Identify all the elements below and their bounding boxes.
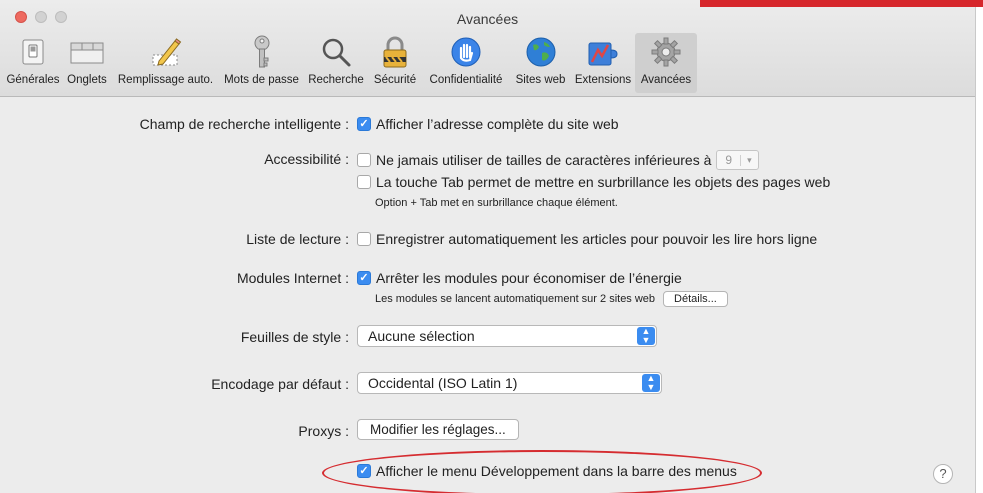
- tab-generales[interactable]: Générales: [4, 33, 62, 93]
- chevron-down-icon: ▾: [740, 154, 758, 166]
- plugins-power-checkbox[interactable]: ✓: [357, 271, 371, 285]
- puzzle-icon: [588, 42, 618, 66]
- help-button[interactable]: ?: [933, 464, 953, 484]
- tab-highlight-option[interactable]: La touche Tab permet de mettre en surbri…: [357, 174, 830, 190]
- tab-recherche[interactable]: Recherche: [304, 33, 368, 93]
- tab-mots-de-passe[interactable]: Mots de passe: [219, 33, 304, 93]
- stylesheet-select[interactable]: Aucune sélection ▲ ▼: [357, 325, 657, 347]
- tab-avancees[interactable]: Avancées: [635, 33, 697, 93]
- hand-icon: [451, 37, 481, 67]
- globe-icon: [526, 37, 555, 67]
- smart-search-option[interactable]: ✓ Afficher l’adresse complète du site we…: [357, 116, 619, 132]
- tab-remplissage[interactable]: Remplissage auto.: [112, 33, 219, 93]
- gear-icon: [651, 37, 681, 67]
- encoding-label: Encodage par défaut :: [211, 376, 349, 392]
- key-icon: [254, 35, 269, 68]
- pencil-icon: [152, 38, 181, 66]
- tab-highlight-checkbox[interactable]: [357, 175, 371, 189]
- window-title: Avancées: [456, 11, 519, 27]
- padlock-icon: [383, 36, 407, 68]
- stylesheet-label: Feuilles de style :: [240, 329, 349, 345]
- preferences-window: Avancées Générales Onglets Remplissage a…: [0, 0, 976, 493]
- smart-search-checkbox[interactable]: ✓: [357, 117, 371, 131]
- details-button[interactable]: Détails...: [663, 291, 728, 307]
- smart-search-label: Champ de recherche intelligente :: [139, 116, 349, 132]
- tab-securite[interactable]: Sécurité: [368, 33, 422, 93]
- toolbar: Avancées Générales Onglets Remplissage a…: [0, 0, 975, 97]
- plugins-note: Les modules se lancent automatiquement s…: [375, 293, 656, 305]
- select-arrows-icon: ▲ ▼: [642, 374, 660, 392]
- select-arrows-icon: ▲ ▼: [637, 327, 655, 345]
- proxies-label: Proxys :: [298, 423, 349, 439]
- plugins-label: Modules Internet :: [236, 270, 349, 286]
- reading-list-label: Liste de lecture :: [246, 231, 349, 247]
- min-font-size-select[interactable]: 9 ▾: [716, 150, 759, 170]
- develop-menu-checkbox[interactable]: ✓: [357, 464, 371, 478]
- red-annotation-bar: [700, 0, 983, 7]
- develop-menu-option[interactable]: ✓ Afficher le menu Développement dans la…: [357, 463, 737, 479]
- advanced-settings-panel: Champ de recherche intelligente : ✓ Affi…: [0, 97, 975, 493]
- tab-sites-web[interactable]: Sites web: [510, 33, 571, 93]
- plugins-power-option[interactable]: ✓ Arrêter les modules pour économiser de…: [357, 270, 682, 286]
- tab-onglets[interactable]: Onglets: [62, 33, 112, 93]
- search-icon: [322, 38, 351, 67]
- reading-list-checkbox[interactable]: [357, 232, 371, 246]
- tab-extensions[interactable]: Extensions: [571, 33, 635, 93]
- accessibility-label: Accessibilité :: [264, 151, 349, 167]
- proxies-control: Modifier les réglages...: [357, 419, 519, 440]
- general-switch-icon: [22, 39, 44, 65]
- plugins-note-row: Les modules se lancent automatiquement s…: [375, 291, 728, 307]
- min-font-size-checkbox[interactable]: [357, 153, 371, 167]
- tabs-icon: [70, 42, 104, 64]
- tab-highlight-hint: Option + Tab met en surbrillance chaque …: [375, 197, 618, 209]
- encoding-select[interactable]: Occidental (ISO Latin 1) ▲ ▼: [357, 372, 662, 394]
- preferences-tabs: Générales Onglets Remplissage auto. Mots…: [4, 33, 697, 93]
- modify-settings-button[interactable]: Modifier les réglages...: [357, 419, 519, 440]
- reading-list-option[interactable]: Enregistrer automatiquement les articles…: [357, 231, 817, 247]
- tab-confidentialite[interactable]: Confidentialité: [422, 33, 510, 93]
- min-font-size-option[interactable]: Ne jamais utiliser de tailles de caractè…: [357, 150, 759, 170]
